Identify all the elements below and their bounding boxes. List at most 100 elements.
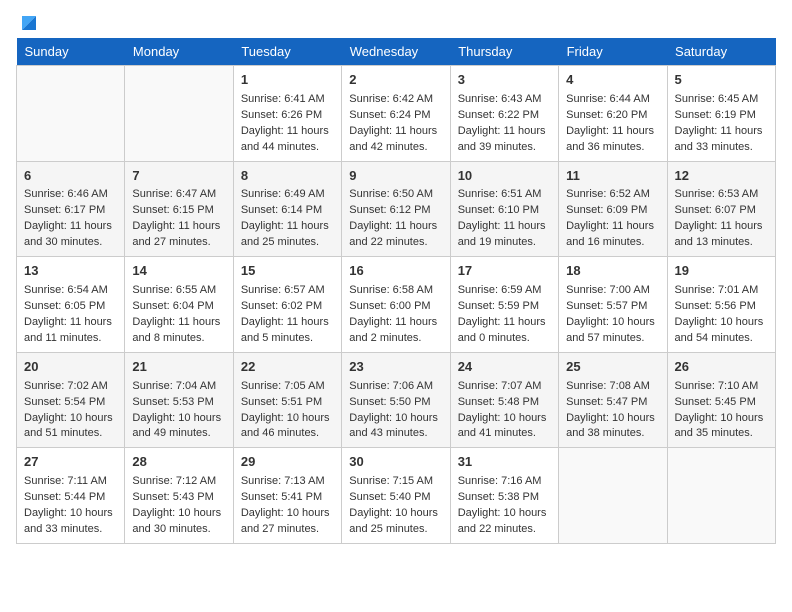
week-row: 1Sunrise: 6:41 AMSunset: 6:26 PMDaylight… <box>17 66 776 162</box>
calendar-cell: 29Sunrise: 7:13 AMSunset: 5:41 PMDayligh… <box>233 448 341 544</box>
cell-text: Sunset: 6:10 PM <box>458 203 551 219</box>
calendar-table: SundayMondayTuesdayWednesdayThursdayFrid… <box>16 38 776 544</box>
cell-text: Sunrise: 6:49 AM <box>241 187 334 203</box>
cell-text: Daylight: 11 hours and 5 minutes. <box>241 315 334 347</box>
cell-text: Daylight: 11 hours and 33 minutes. <box>675 124 768 156</box>
cell-text: Sunrise: 6:52 AM <box>566 187 659 203</box>
day-number: 18 <box>566 262 659 281</box>
cell-text: Daylight: 11 hours and 39 minutes. <box>458 124 551 156</box>
cell-text: Sunrise: 6:43 AM <box>458 92 551 108</box>
calendar-cell: 12Sunrise: 6:53 AMSunset: 6:07 PMDayligh… <box>667 161 775 257</box>
calendar-cell: 2Sunrise: 6:42 AMSunset: 6:24 PMDaylight… <box>342 66 450 162</box>
cell-text: Sunset: 5:54 PM <box>24 395 117 411</box>
calendar-cell: 28Sunrise: 7:12 AMSunset: 5:43 PMDayligh… <box>125 448 233 544</box>
cell-text: Daylight: 11 hours and 44 minutes. <box>241 124 334 156</box>
cell-text: Sunset: 5:59 PM <box>458 299 551 315</box>
cell-text: Sunrise: 6:45 AM <box>675 92 768 108</box>
cell-text: Sunset: 6:04 PM <box>132 299 225 315</box>
day-number: 9 <box>349 167 442 186</box>
header-day-friday: Friday <box>559 38 667 66</box>
cell-text: Daylight: 10 hours and 51 minutes. <box>24 411 117 443</box>
cell-text: Sunrise: 7:10 AM <box>675 379 768 395</box>
cell-text: Daylight: 10 hours and 35 minutes. <box>675 411 768 443</box>
header-day-thursday: Thursday <box>450 38 558 66</box>
cell-text: Sunrise: 7:01 AM <box>675 283 768 299</box>
cell-text: Sunset: 5:53 PM <box>132 395 225 411</box>
day-number: 21 <box>132 358 225 377</box>
day-number: 14 <box>132 262 225 281</box>
day-number: 15 <box>241 262 334 281</box>
calendar-cell: 14Sunrise: 6:55 AMSunset: 6:04 PMDayligh… <box>125 257 233 353</box>
day-number: 23 <box>349 358 442 377</box>
cell-text: Sunset: 6:00 PM <box>349 299 442 315</box>
calendar-cell: 17Sunrise: 6:59 AMSunset: 5:59 PMDayligh… <box>450 257 558 353</box>
cell-text: Sunset: 6:24 PM <box>349 108 442 124</box>
cell-text: Daylight: 11 hours and 13 minutes. <box>675 219 768 251</box>
calendar-cell: 27Sunrise: 7:11 AMSunset: 5:44 PMDayligh… <box>17 448 125 544</box>
day-number: 26 <box>675 358 768 377</box>
cell-text: Daylight: 11 hours and 0 minutes. <box>458 315 551 347</box>
day-number: 4 <box>566 71 659 90</box>
calendar-cell: 10Sunrise: 6:51 AMSunset: 6:10 PMDayligh… <box>450 161 558 257</box>
cell-text: Daylight: 11 hours and 16 minutes. <box>566 219 659 251</box>
week-row: 20Sunrise: 7:02 AMSunset: 5:54 PMDayligh… <box>17 352 776 448</box>
day-number: 6 <box>24 167 117 186</box>
cell-text: Sunrise: 6:55 AM <box>132 283 225 299</box>
header-day-tuesday: Tuesday <box>233 38 341 66</box>
page-header <box>16 16 776 28</box>
calendar-cell: 25Sunrise: 7:08 AMSunset: 5:47 PMDayligh… <box>559 352 667 448</box>
cell-text: Sunrise: 6:44 AM <box>566 92 659 108</box>
cell-text: Sunrise: 7:12 AM <box>132 474 225 490</box>
day-number: 24 <box>458 358 551 377</box>
cell-text: Sunset: 5:51 PM <box>241 395 334 411</box>
cell-text: Sunrise: 6:41 AM <box>241 92 334 108</box>
cell-text: Sunrise: 7:16 AM <box>458 474 551 490</box>
day-number: 19 <box>675 262 768 281</box>
calendar-cell: 15Sunrise: 6:57 AMSunset: 6:02 PMDayligh… <box>233 257 341 353</box>
cell-text: Daylight: 10 hours and 43 minutes. <box>349 411 442 443</box>
cell-text: Daylight: 10 hours and 22 minutes. <box>458 506 551 538</box>
calendar-cell: 24Sunrise: 7:07 AMSunset: 5:48 PMDayligh… <box>450 352 558 448</box>
calendar-cell <box>17 66 125 162</box>
calendar-cell: 4Sunrise: 6:44 AMSunset: 6:20 PMDaylight… <box>559 66 667 162</box>
header-day-saturday: Saturday <box>667 38 775 66</box>
cell-text: Sunrise: 7:04 AM <box>132 379 225 395</box>
calendar-cell: 20Sunrise: 7:02 AMSunset: 5:54 PMDayligh… <box>17 352 125 448</box>
cell-text: Sunrise: 6:54 AM <box>24 283 117 299</box>
cell-text: Sunset: 5:48 PM <box>458 395 551 411</box>
week-row: 13Sunrise: 6:54 AMSunset: 6:05 PMDayligh… <box>17 257 776 353</box>
cell-text: Daylight: 10 hours and 33 minutes. <box>24 506 117 538</box>
cell-text: Daylight: 10 hours and 54 minutes. <box>675 315 768 347</box>
cell-text: Daylight: 11 hours and 19 minutes. <box>458 219 551 251</box>
cell-text: Sunset: 5:57 PM <box>566 299 659 315</box>
cell-text: Daylight: 10 hours and 41 minutes. <box>458 411 551 443</box>
cell-text: Sunset: 6:19 PM <box>675 108 768 124</box>
calendar-cell: 11Sunrise: 6:52 AMSunset: 6:09 PMDayligh… <box>559 161 667 257</box>
cell-text: Sunset: 5:56 PM <box>675 299 768 315</box>
header-day-monday: Monday <box>125 38 233 66</box>
cell-text: Daylight: 10 hours and 49 minutes. <box>132 411 225 443</box>
calendar-cell <box>667 448 775 544</box>
day-number: 28 <box>132 453 225 472</box>
cell-text: Sunset: 6:09 PM <box>566 203 659 219</box>
calendar-cell <box>559 448 667 544</box>
cell-text: Sunrise: 6:47 AM <box>132 187 225 203</box>
cell-text: Sunset: 5:38 PM <box>458 490 551 506</box>
cell-text: Daylight: 11 hours and 30 minutes. <box>24 219 117 251</box>
cell-text: Sunrise: 7:11 AM <box>24 474 117 490</box>
cell-text: Sunrise: 7:08 AM <box>566 379 659 395</box>
cell-text: Sunset: 5:43 PM <box>132 490 225 506</box>
calendar-cell: 23Sunrise: 7:06 AMSunset: 5:50 PMDayligh… <box>342 352 450 448</box>
cell-text: Sunset: 6:26 PM <box>241 108 334 124</box>
cell-text: Sunset: 6:17 PM <box>24 203 117 219</box>
header-day-sunday: Sunday <box>17 38 125 66</box>
day-number: 11 <box>566 167 659 186</box>
cell-text: Sunset: 5:45 PM <box>675 395 768 411</box>
header-row: SundayMondayTuesdayWednesdayThursdayFrid… <box>17 38 776 66</box>
cell-text: Daylight: 11 hours and 36 minutes. <box>566 124 659 156</box>
cell-text: Sunset: 6:12 PM <box>349 203 442 219</box>
cell-text: Sunset: 6:02 PM <box>241 299 334 315</box>
calendar-cell: 9Sunrise: 6:50 AMSunset: 6:12 PMDaylight… <box>342 161 450 257</box>
calendar-cell: 30Sunrise: 7:15 AMSunset: 5:40 PMDayligh… <box>342 448 450 544</box>
cell-text: Sunset: 6:07 PM <box>675 203 768 219</box>
